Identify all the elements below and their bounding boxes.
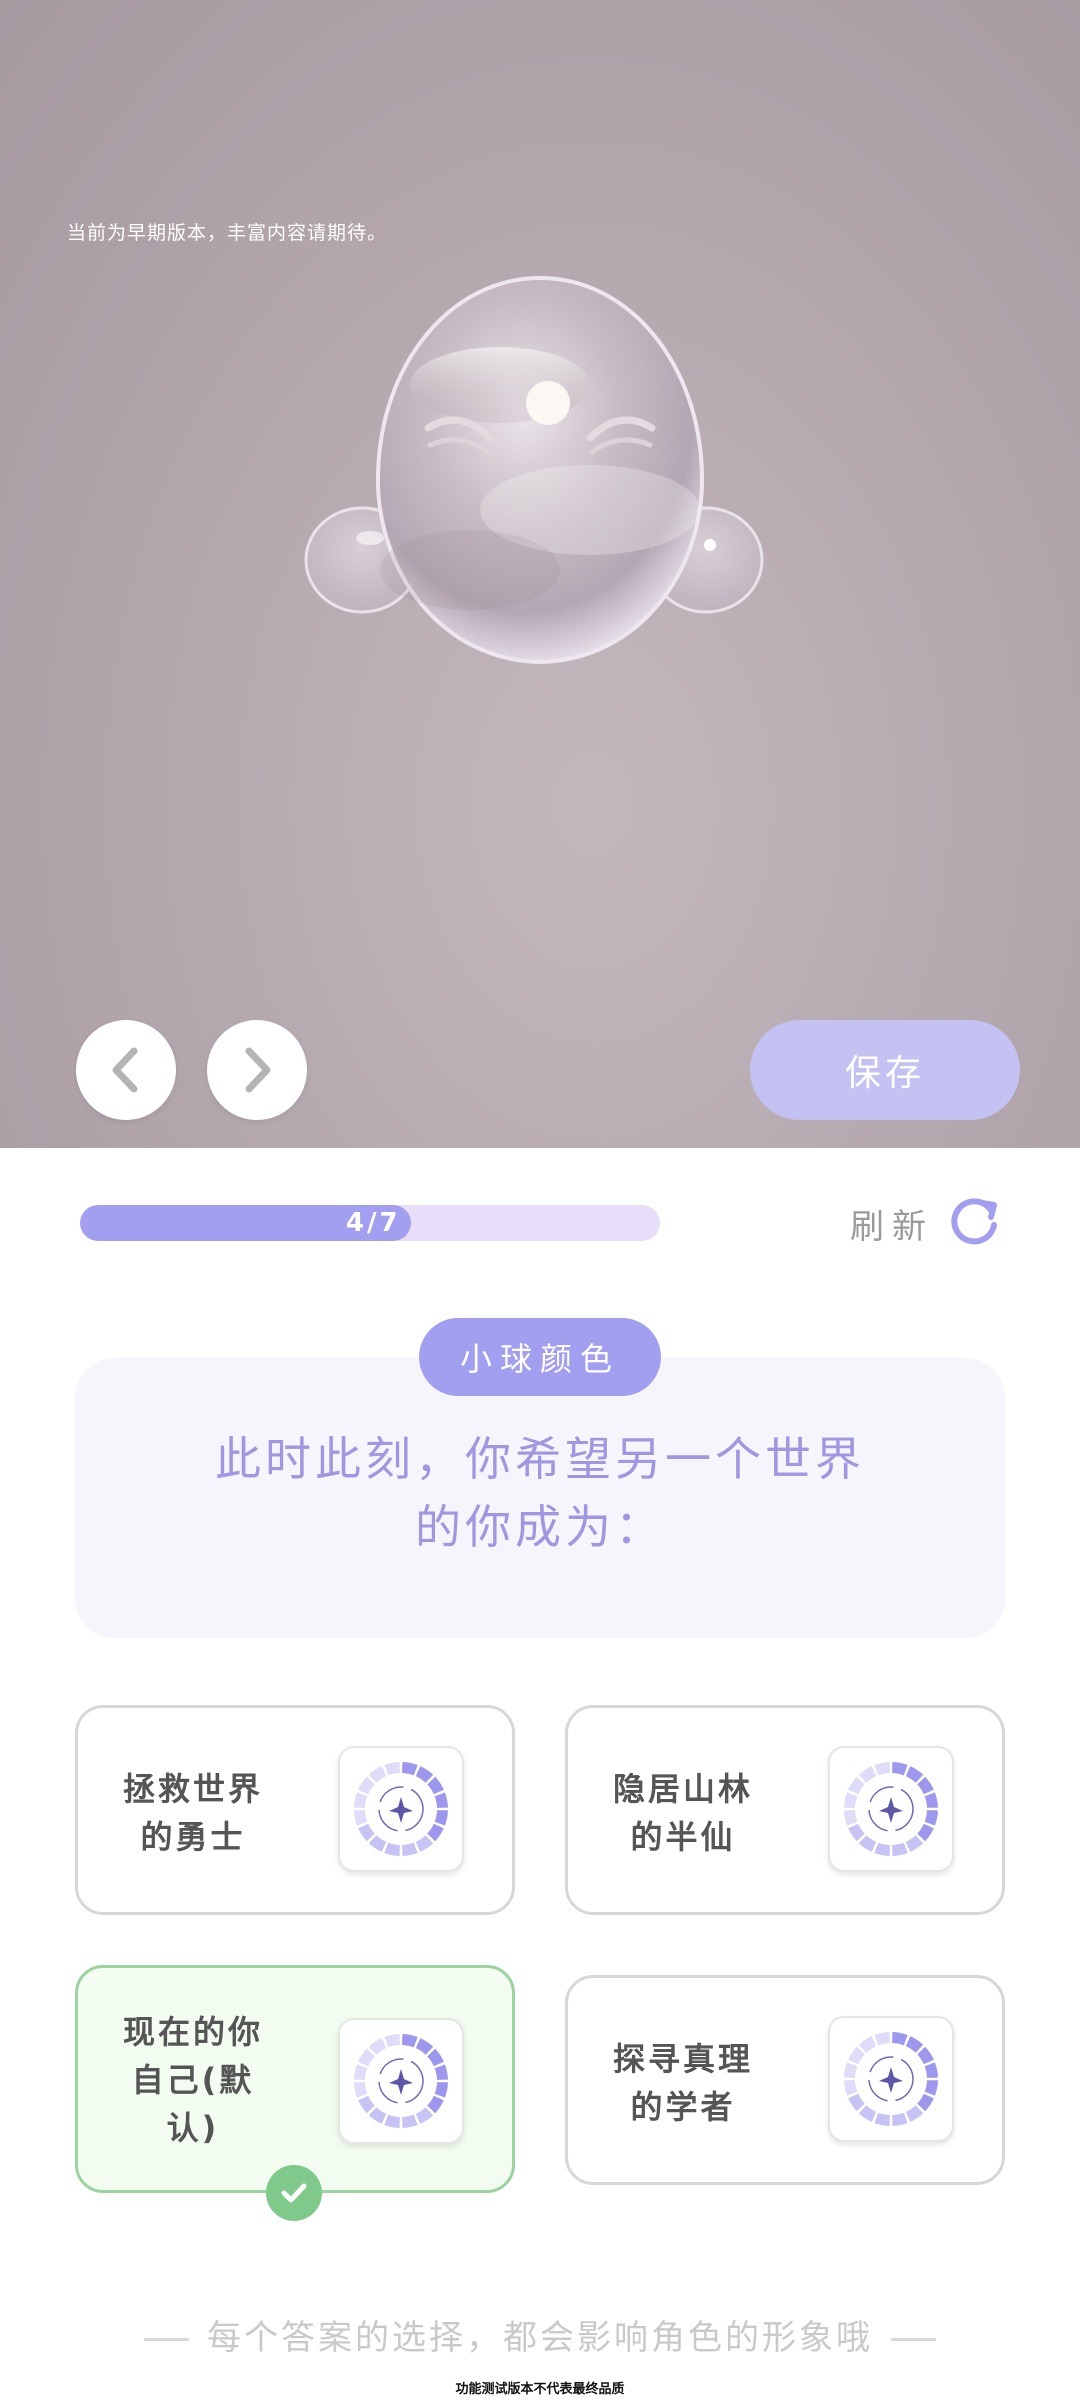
option-label: 隐居山林 的半仙 [588,1765,778,1861]
option-label-line: 认) [166,2109,220,2147]
refresh-label: 刷新 [850,1206,934,1247]
previous-button[interactable] [76,1020,176,1120]
compass-icon [338,2018,464,2144]
save-button[interactable]: 保存 [750,1020,1020,1120]
option-label-line: 隐居山林 [612,1770,753,1808]
question-category-tag: 小球颜色 [419,1318,661,1396]
hint-divider-right [891,2338,936,2341]
option-label-line: 探寻真理 [612,2040,753,2078]
selected-check-icon [266,2165,322,2221]
bubble-mascot [304,275,764,665]
refresh-icon [951,1198,997,1245]
footer-disclaimer: 功能测试版本不代表最终品质 [455,2382,625,2397]
progress-fill: 4/7 [80,1205,411,1241]
option-label: 探寻真理 的学者 [588,2035,778,2131]
compass-dial [844,2032,938,2126]
hint-label: 每个答案的选择，都会影响角色的形象哦 [207,2318,873,2358]
option-card-hermit[interactable]: 隐居山林 的半仙 [565,1705,1005,1915]
chevron-left-icon [112,1047,138,1093]
question-line-1: 此时此刻，你希望另一个世界 [215,1432,865,1486]
question-line-2: 的你成为： [415,1500,665,1554]
option-card-hero[interactable]: 拯救世界 的勇士 [75,1705,515,1915]
option-card-scholar[interactable]: 探寻真理 的学者 [565,1975,1005,2185]
compass-icon [338,1746,464,1872]
option-label-line: 现在的你 [122,2013,263,2051]
option-label-line: 自己(默 [131,2061,255,2099]
option-label-line: 拯救世界 [122,1770,263,1808]
chevron-right-icon [245,1047,271,1093]
option-label-line: 的勇士 [140,1818,246,1856]
hint-divider-left [144,2338,189,2341]
compass-dial [844,1762,938,1856]
compass-icon [828,1746,954,1872]
hint-text: 每个答案的选择，都会影响角色的形象哦 [0,2310,1080,2359]
option-label-line: 的半仙 [630,1818,736,1856]
checkmark-icon [281,2183,307,2203]
option-label: 拯救世界 的勇士 [98,1765,288,1861]
compass-icon [828,2016,954,2142]
character-preview: 当前为早期版本，丰富内容请期待。 保存 [0,0,1080,1148]
option-label-line: 的学者 [630,2088,736,2126]
compass-dial [354,2034,448,2128]
compass-dial [354,1762,448,1856]
refresh-button[interactable]: 刷新 [850,1195,1002,1251]
option-label: 现在的你 自己(默 认) [98,2008,288,2152]
question-text: 此时此刻，你希望另一个世界 的你成为： [75,1425,1005,1561]
next-button[interactable] [207,1020,307,1120]
progress-bar: 4/7 [80,1205,660,1241]
version-notice: 当前为早期版本，丰富内容请期待。 [67,222,388,244]
progress-text: 4/7 [345,1208,401,1238]
option-card-current-self[interactable]: 现在的你 自己(默 认) [75,1965,515,2193]
